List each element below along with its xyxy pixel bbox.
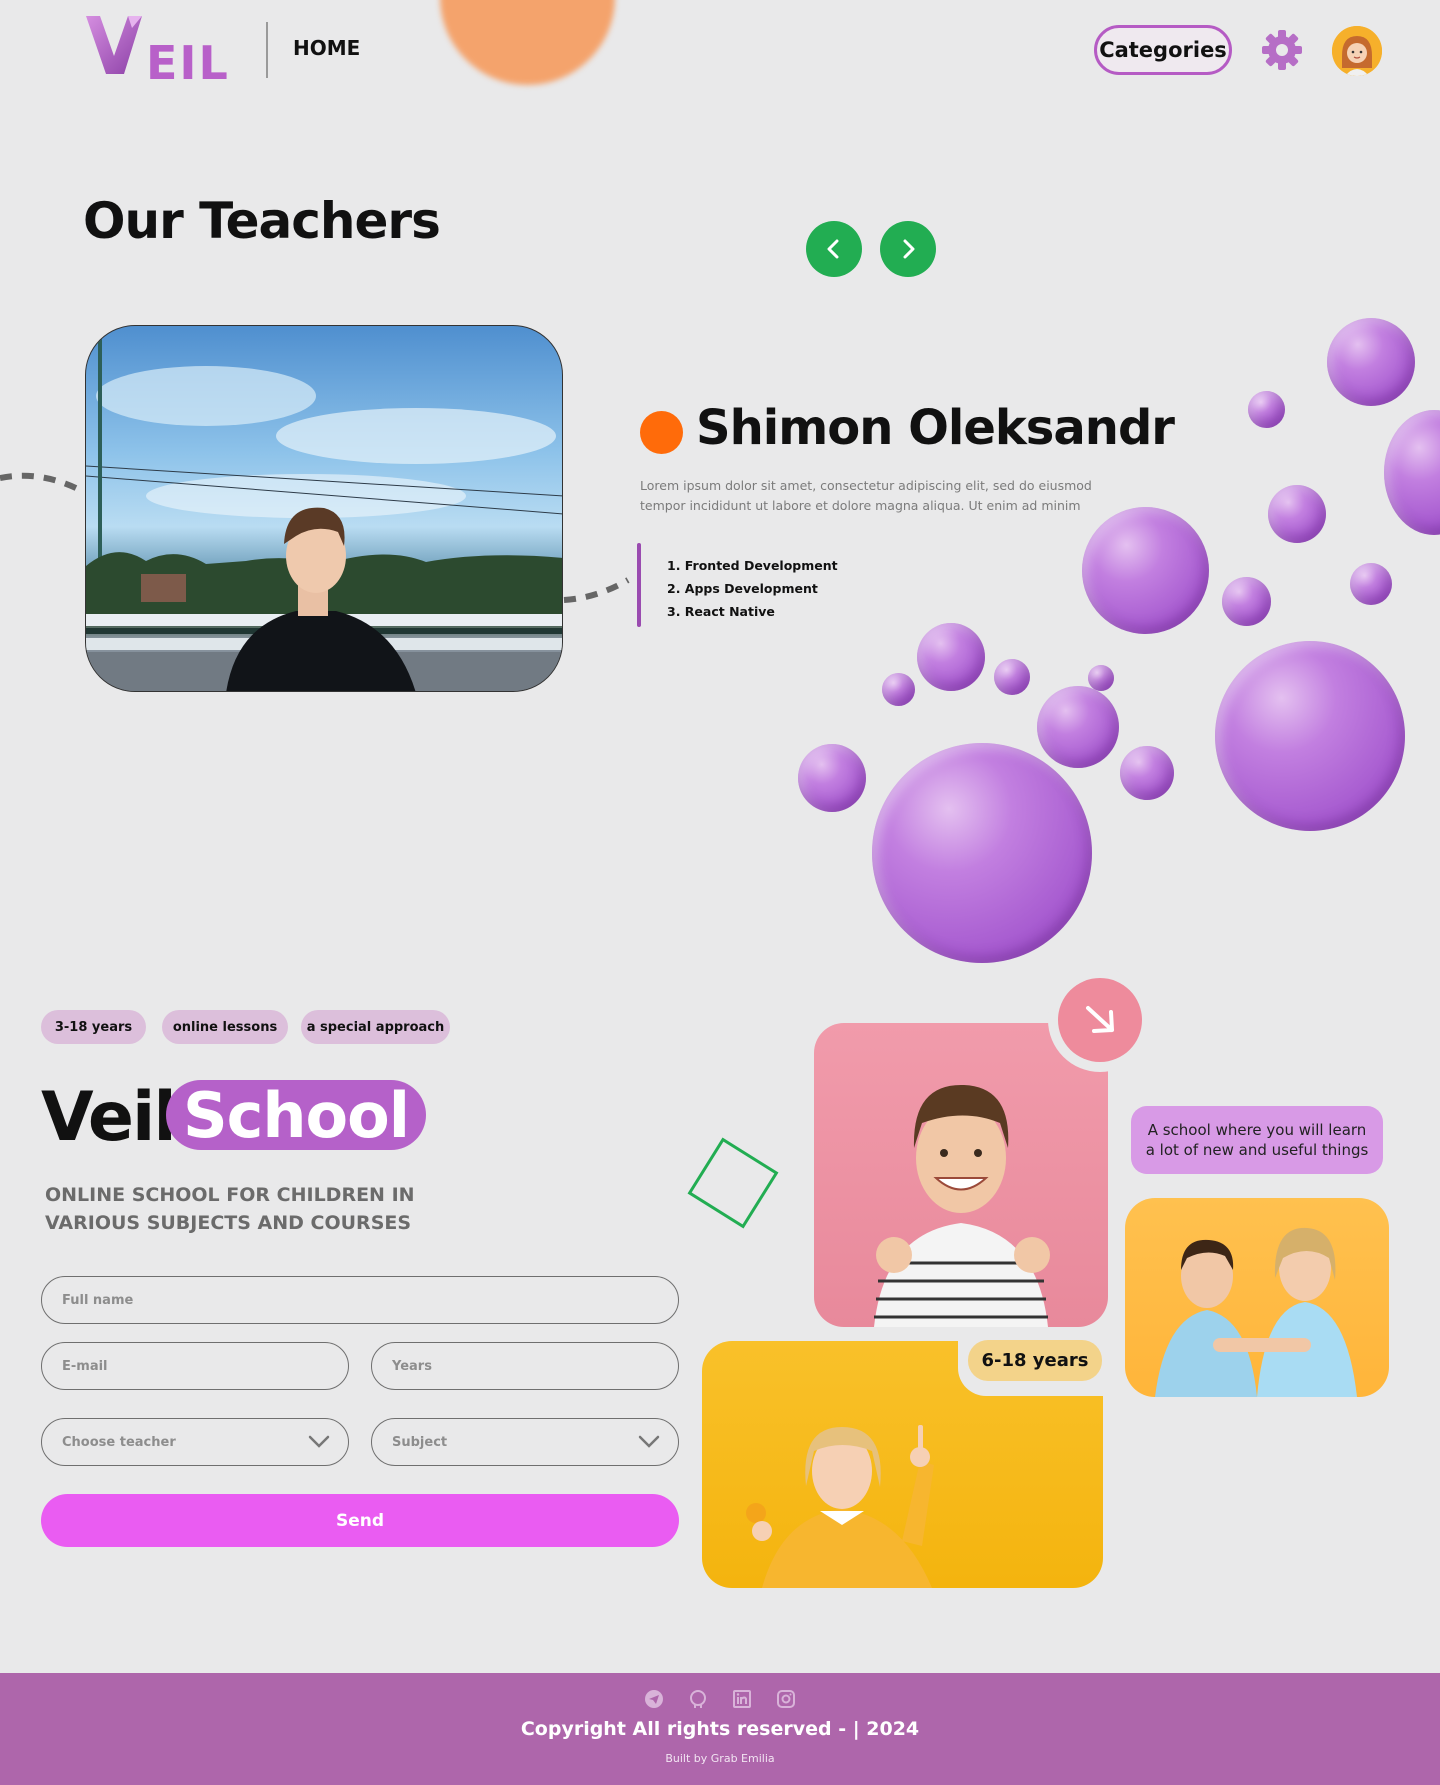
hero-subtitle: ONLINE SCHOOL FOR CHILDREN IN VARIOUS SU… bbox=[45, 1184, 415, 1234]
decorative-green-diamond bbox=[687, 1137, 779, 1229]
skill-item: 3. React Native bbox=[667, 604, 775, 619]
social-links bbox=[0, 1688, 1440, 1710]
subject-select[interactable]: Subject bbox=[371, 1418, 679, 1466]
bubble bbox=[1268, 485, 1326, 543]
choose-teacher-label: Choose teacher bbox=[62, 1434, 176, 1450]
bubble bbox=[1215, 641, 1405, 831]
copyright-text: Copyright All rights reserved - | 2024 bbox=[520, 1718, 920, 1740]
skills-accent-bar bbox=[637, 543, 641, 627]
categories-button[interactable]: Categories bbox=[1094, 25, 1232, 75]
nav-home-link[interactable]: HOME bbox=[293, 36, 360, 60]
bubble bbox=[917, 623, 985, 691]
bubble bbox=[882, 673, 915, 706]
teacher-skills-list: 1. Fronted Development 2. Apps Developme… bbox=[667, 554, 838, 623]
bubble bbox=[1037, 686, 1119, 768]
prev-teacher-button[interactable] bbox=[806, 221, 862, 277]
bubble bbox=[798, 744, 866, 812]
email-input[interactable] bbox=[41, 1342, 349, 1390]
teacher-status-dot bbox=[640, 411, 683, 454]
full-name-input[interactable] bbox=[41, 1276, 679, 1324]
chevron-left-icon bbox=[827, 239, 839, 259]
choose-teacher-select[interactable]: Choose teacher bbox=[41, 1418, 349, 1466]
chevron-down-icon bbox=[638, 1435, 660, 1448]
decorative-orange-blob bbox=[440, 0, 615, 85]
bubble bbox=[1248, 391, 1285, 428]
bubble bbox=[1327, 318, 1415, 406]
bubble bbox=[1120, 746, 1174, 800]
hero-title-school: School bbox=[166, 1079, 426, 1152]
bubble bbox=[994, 659, 1030, 695]
dashed-path-right bbox=[563, 577, 630, 603]
skill-item: 2. Apps Development bbox=[667, 581, 818, 596]
tag-age-range: 3-18 years bbox=[41, 1010, 146, 1044]
avatar-girl-icon bbox=[1332, 26, 1382, 76]
linkedin-icon[interactable] bbox=[731, 1688, 753, 1710]
arrow-down-right-icon bbox=[1086, 1006, 1114, 1033]
bubble bbox=[872, 743, 1092, 963]
chevron-down-icon bbox=[308, 1435, 330, 1448]
next-teacher-button[interactable] bbox=[880, 221, 936, 277]
header-divider bbox=[266, 22, 268, 78]
logo-text: EIL bbox=[146, 36, 230, 90]
logo-v-icon bbox=[86, 16, 142, 74]
bubble bbox=[1082, 507, 1209, 634]
age-badge: 6-18 years bbox=[968, 1340, 1102, 1381]
telegram-icon[interactable] bbox=[643, 1688, 665, 1710]
teacher-photo bbox=[85, 325, 563, 692]
bubble bbox=[1350, 563, 1392, 605]
github-icon[interactable] bbox=[687, 1688, 709, 1710]
teacher-description: Lorem ipsum dolor sit amet, consectetur … bbox=[640, 478, 1092, 513]
hero-title-veil: Veil bbox=[41, 1078, 177, 1157]
go-arrow-button[interactable] bbox=[1058, 978, 1142, 1062]
section-title-teachers: Our Teachers bbox=[83, 192, 441, 250]
children-photo-orange-card bbox=[1125, 1198, 1389, 1397]
instagram-icon[interactable] bbox=[775, 1688, 797, 1710]
tag-special-approach: a special approach bbox=[301, 1010, 450, 1044]
child-photo-pink-card bbox=[814, 1023, 1108, 1327]
built-by-text: Built by Grab Emilia bbox=[665, 1752, 775, 1765]
bubble bbox=[1088, 665, 1114, 691]
speech-bubble: A school where you will learn a lot of n… bbox=[1131, 1106, 1383, 1174]
dashed-path-left bbox=[0, 472, 82, 493]
teacher-name: Shimon Oleksandr bbox=[696, 400, 1175, 456]
subject-label: Subject bbox=[392, 1434, 448, 1450]
user-avatar[interactable] bbox=[1332, 26, 1382, 76]
skill-item: 1. Fronted Development bbox=[667, 558, 838, 573]
settings-gear-icon[interactable] bbox=[1260, 28, 1304, 72]
send-button[interactable]: Send bbox=[41, 1494, 679, 1547]
veil-logo[interactable]: EIL bbox=[84, 12, 228, 90]
bubble bbox=[1384, 410, 1440, 535]
tag-online-lessons: online lessons bbox=[162, 1010, 288, 1044]
bubble bbox=[1222, 577, 1271, 626]
years-input[interactable] bbox=[371, 1342, 679, 1390]
chevron-right-icon bbox=[903, 239, 915, 259]
